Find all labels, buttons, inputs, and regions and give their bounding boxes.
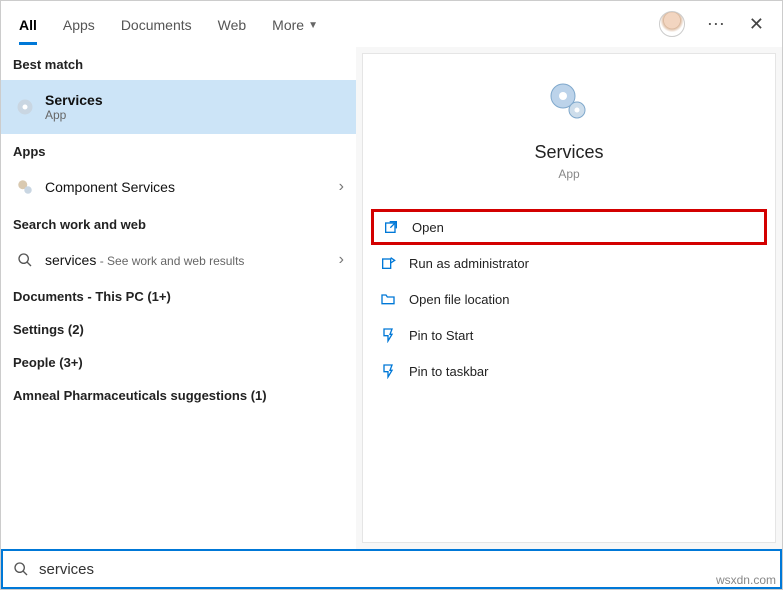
result-component-services[interactable]: Component Services ›	[1, 167, 356, 207]
watermark: wsxdn.com	[716, 573, 776, 587]
result-subtitle: App	[45, 108, 103, 122]
component-services-icon	[15, 177, 35, 197]
search-bar[interactable]	[1, 549, 782, 589]
user-avatar[interactable]	[659, 11, 685, 37]
tab-bar: All Apps Documents Web More ▼ ⋯ ✕	[1, 1, 782, 47]
result-suggestions[interactable]: Amneal Pharmaceuticals suggestions (1)	[1, 379, 356, 412]
more-options-icon[interactable]: ⋯	[707, 14, 727, 35]
content-area: Best match Services App Apps Component S…	[1, 47, 782, 549]
services-gear-icon	[15, 97, 35, 117]
tab-more[interactable]: More ▼	[272, 5, 318, 43]
detail-header: Services App	[363, 78, 775, 181]
results-panel: Best match Services App Apps Component S…	[1, 47, 356, 549]
result-title: Services	[45, 92, 103, 108]
action-open[interactable]: Open	[371, 209, 767, 245]
action-open-location[interactable]: Open file location	[371, 281, 767, 317]
action-label: Pin to taskbar	[409, 364, 489, 379]
action-list: Open Run as administrator Open file loca…	[363, 209, 775, 389]
result-settings[interactable]: Settings (2)	[1, 313, 356, 346]
result-title: Component Services	[45, 179, 175, 195]
result-best-match[interactable]: Services App	[1, 80, 356, 134]
caret-down-icon: ▼	[308, 20, 318, 31]
admin-icon	[379, 254, 397, 272]
search-web-label: Search work and web	[1, 207, 356, 240]
result-web-search[interactable]: services - See work and web results ›	[1, 240, 356, 280]
open-icon	[382, 218, 400, 236]
pin-icon	[379, 362, 397, 380]
result-title: services - See work and web results	[45, 252, 244, 268]
detail-panel-wrap: Services App Open Run as administrator	[356, 47, 782, 549]
search-icon	[15, 250, 35, 270]
pin-icon	[379, 326, 397, 344]
result-people[interactable]: People (3+)	[1, 346, 356, 379]
action-label: Run as administrator	[409, 256, 529, 271]
tab-web[interactable]: Web	[218, 5, 247, 43]
search-input[interactable]	[39, 561, 770, 578]
apps-label: Apps	[1, 134, 356, 167]
action-pin-start[interactable]: Pin to Start	[371, 317, 767, 353]
action-run-admin[interactable]: Run as administrator	[371, 245, 767, 281]
action-pin-taskbar[interactable]: Pin to taskbar	[371, 353, 767, 389]
result-documents[interactable]: Documents - This PC (1+)	[1, 280, 356, 313]
close-icon[interactable]: ✕	[749, 14, 764, 35]
best-match-label: Best match	[1, 47, 356, 80]
chevron-right-icon: ›	[339, 251, 344, 269]
chevron-right-icon: ›	[339, 178, 344, 196]
tab-apps[interactable]: Apps	[63, 5, 95, 43]
detail-panel: Services App Open Run as administrator	[362, 53, 776, 543]
action-label: Open file location	[409, 292, 509, 307]
action-label: Open	[412, 220, 444, 235]
tab-all[interactable]: All	[19, 5, 37, 43]
search-icon	[13, 561, 29, 577]
folder-icon	[379, 290, 397, 308]
tab-documents[interactable]: Documents	[121, 5, 192, 43]
tab-more-label: More	[272, 17, 304, 33]
services-large-icon	[545, 78, 593, 126]
detail-subtitle: App	[558, 167, 579, 181]
detail-title: Services	[534, 142, 603, 163]
action-label: Pin to Start	[409, 328, 473, 343]
